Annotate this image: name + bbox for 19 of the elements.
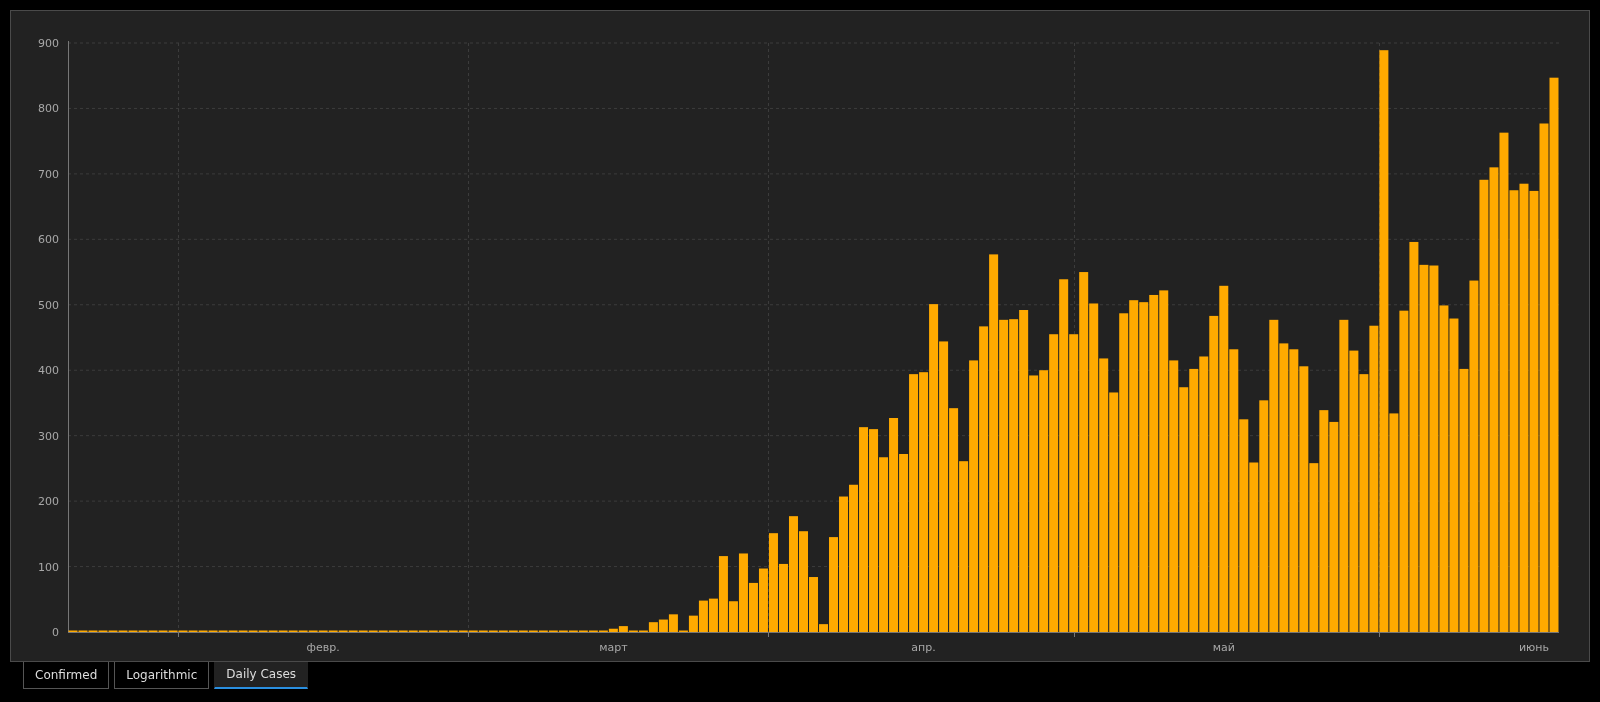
x-tick-label: июнь (1518, 641, 1550, 654)
y-tick-label: 900 (38, 37, 59, 50)
x-tick-label: февр. (306, 641, 340, 654)
tab[interactable]: Confirmed (23, 662, 110, 689)
y-tick-label: 200 (38, 495, 59, 509)
y-tick-label: 0 (52, 626, 59, 639)
tab[interactable]: Logarithmic (114, 662, 210, 689)
y-tick-label: 600 (38, 233, 59, 247)
y-tick-label: 800 (38, 102, 59, 116)
y-tick-label: 500 (38, 298, 59, 312)
y-tick-label: 400 (38, 364, 59, 378)
y-tick-label: 100 (38, 560, 59, 574)
x-tick-label: май (1212, 641, 1235, 654)
bar (658, 619, 668, 632)
y-tick-label: 300 (38, 429, 59, 443)
tab[interactable]: Daily Cases (214, 662, 309, 689)
y-tick-label: 700 (38, 167, 59, 181)
x-tick-label: март (599, 641, 628, 654)
x-tick-label: апр. (911, 641, 936, 654)
